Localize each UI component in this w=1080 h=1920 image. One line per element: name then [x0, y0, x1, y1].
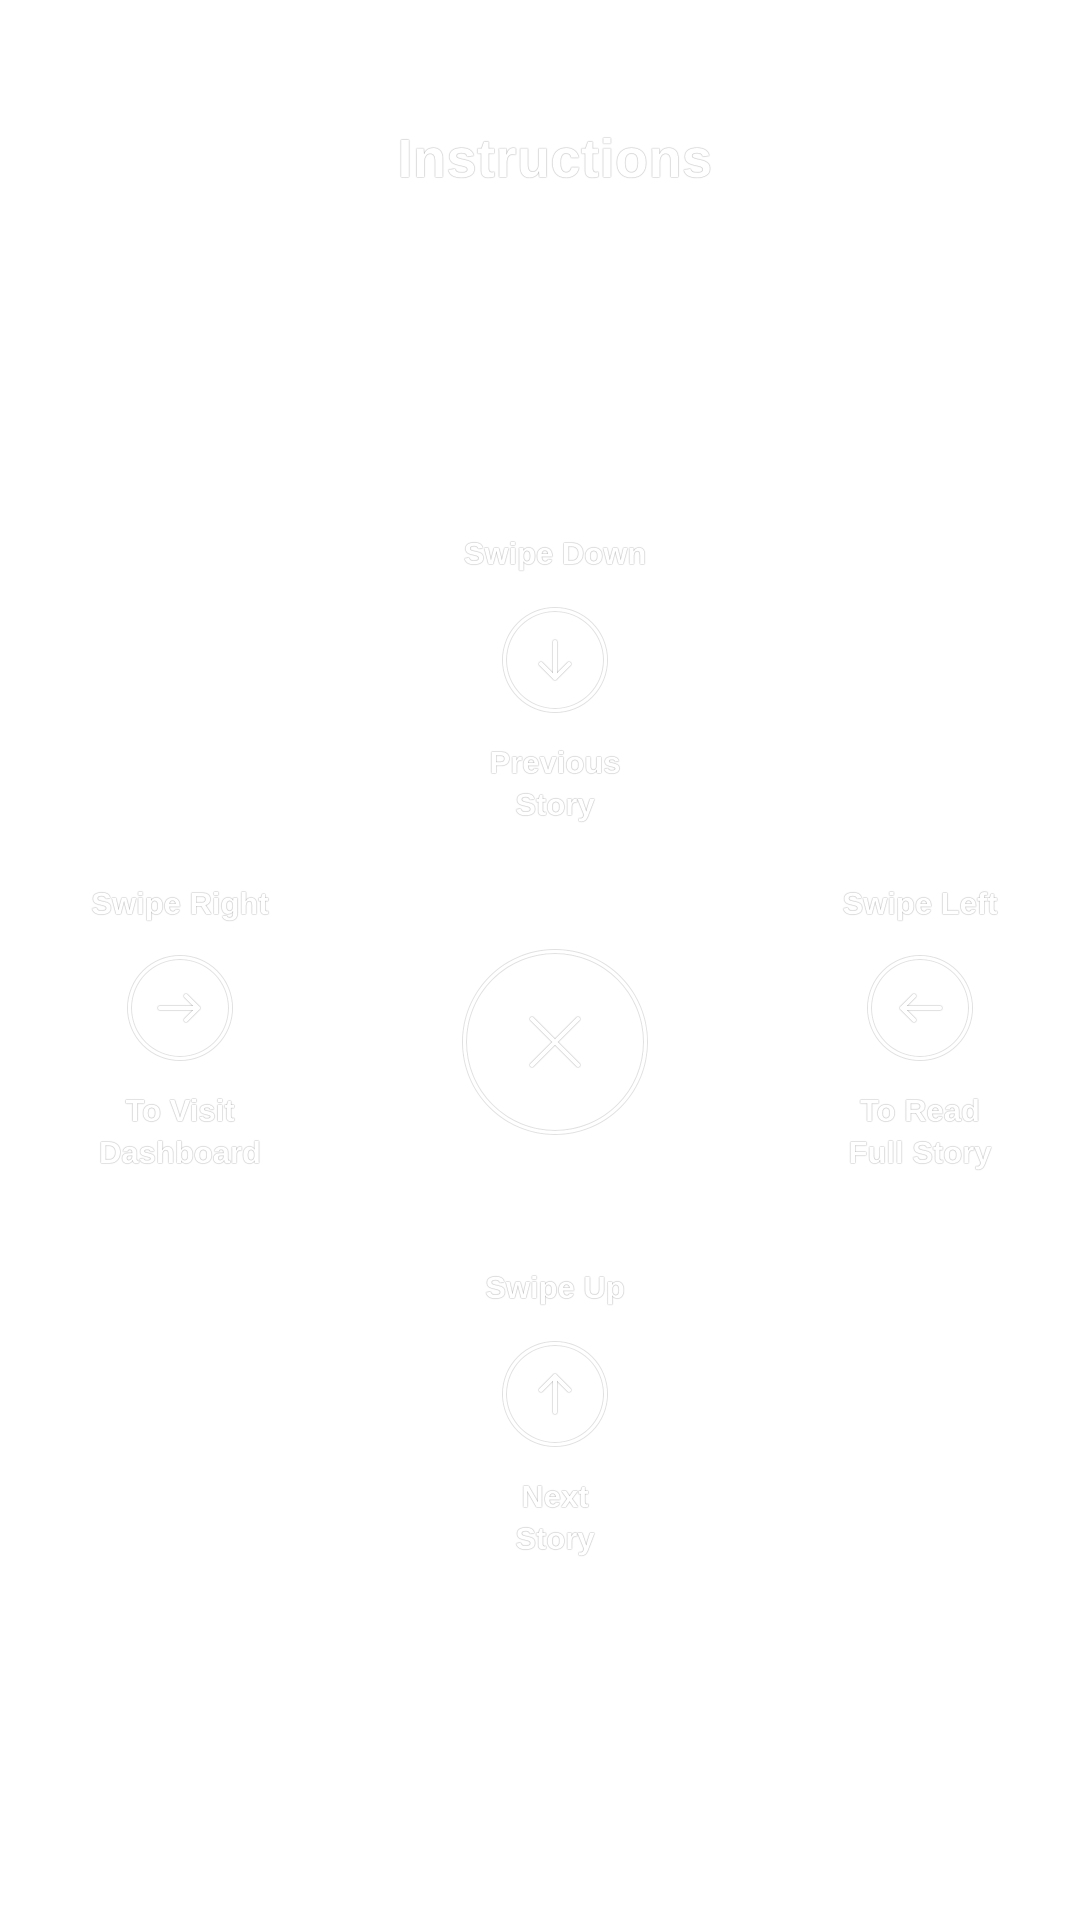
caption-line: Next	[521, 1479, 589, 1514]
page-title: Instructions	[397, 129, 713, 189]
arrow-up-icon	[539, 1374, 571, 1414]
close-button[interactable]	[463, 950, 647, 1134]
gesture-heading: Swipe Down	[463, 536, 647, 571]
caption-line: Story	[515, 1521, 595, 1556]
gesture-swipe-left: Swipe Left To Read Full Story	[770, 884, 1070, 1174]
close-icon	[530, 1017, 580, 1067]
gesture-circle	[868, 956, 972, 1060]
caption-line: Full Story	[848, 1135, 992, 1170]
gesture-caption: Previous Story	[490, 742, 621, 826]
gesture-swipe-down: Swipe Down Previous Story	[405, 534, 705, 826]
gesture-caption: To Visit Dashboard	[99, 1090, 261, 1174]
arrow-right-icon	[158, 994, 200, 1022]
arrow-down-icon	[539, 640, 571, 680]
caption-line: Dashboard	[99, 1135, 261, 1170]
gesture-heading: Swipe Right	[91, 886, 269, 921]
caption-line: Story	[515, 787, 595, 822]
gesture-caption: Next Story	[515, 1476, 594, 1560]
gesture-heading: Swipe Up	[485, 1270, 625, 1305]
gesture-caption: To Read Full Story	[849, 1090, 992, 1174]
caption-line: To Read	[859, 1093, 980, 1128]
caption-line: Previous	[489, 745, 621, 780]
gesture-circle	[128, 956, 232, 1060]
caption-line: To Visit	[125, 1093, 235, 1128]
gesture-swipe-right: Swipe Right To Visit Dashboard	[30, 884, 330, 1174]
gesture-swipe-up: Swipe Up Next Story	[405, 1268, 705, 1560]
arrow-left-icon	[900, 994, 942, 1022]
gesture-heading: Swipe Left	[842, 886, 998, 921]
gesture-circle	[503, 608, 607, 712]
gesture-circle	[503, 1342, 607, 1446]
